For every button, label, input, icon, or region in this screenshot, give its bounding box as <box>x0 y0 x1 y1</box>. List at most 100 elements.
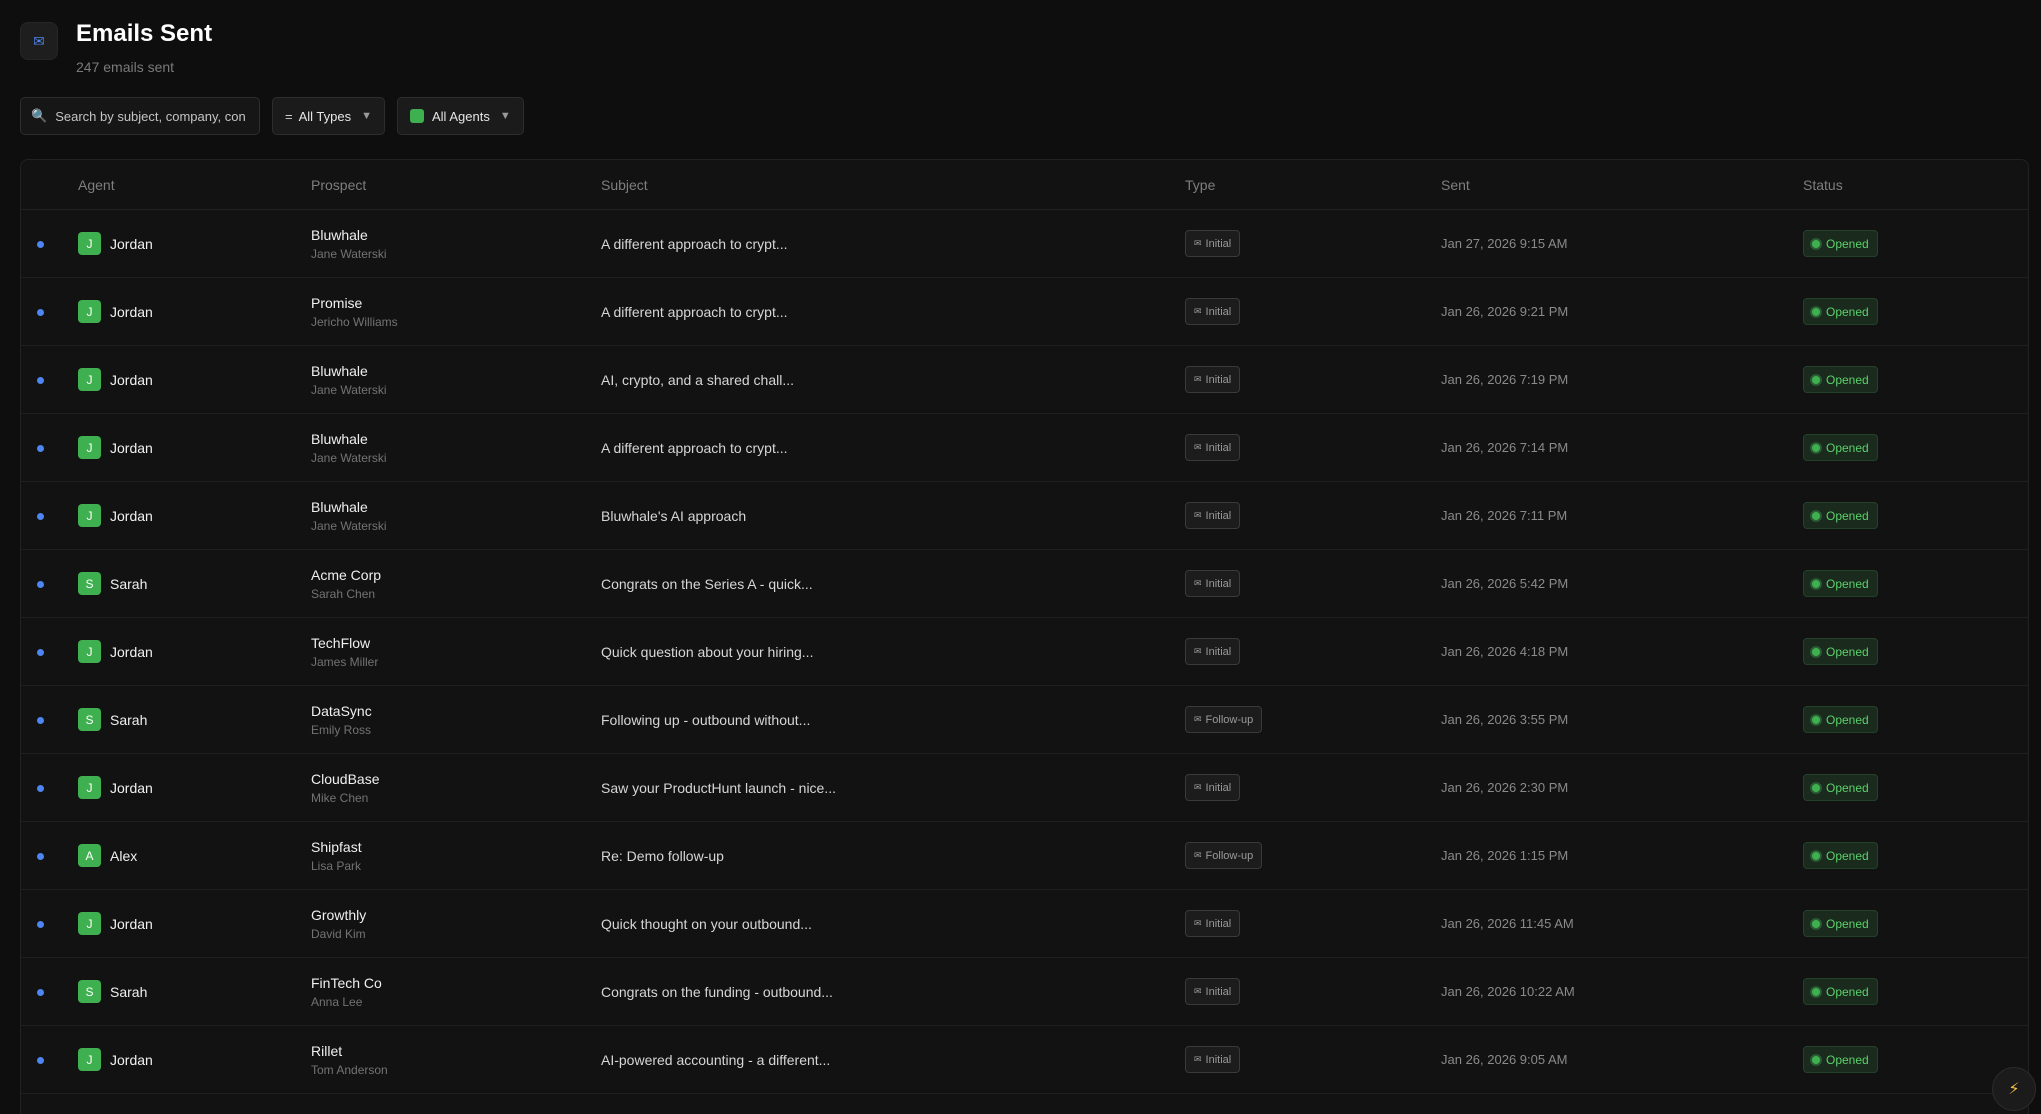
sent-timestamp: Jan 26, 2026 2:30 PM <box>1441 780 1569 795</box>
prospect-company: Growthly <box>311 906 367 923</box>
prospect-contact: Anna Lee <box>311 994 363 1009</box>
table-row[interactable]: J Jordan Bluwhale Jane Waterski AI, cryp… <box>21 346 2028 414</box>
prospect-company: Acme Corp <box>311 566 382 583</box>
table-row[interactable]: S Sarah Acme Corp Sarah Chen Congrats on… <box>21 550 2028 618</box>
unread-indicator <box>21 643 78 661</box>
table-row[interactable]: S Sarah FinTech Co Anna Lee Congrats on … <box>21 958 2028 1026</box>
type-filter-dropdown[interactable]: = All Types ▼ <box>272 97 385 135</box>
agent-avatar: J <box>78 300 101 323</box>
status-cell: Opened <box>1803 366 2003 393</box>
email-subject: AI-powered accounting - a different... <box>601 1051 831 1068</box>
agent-cell: J Jordan <box>78 912 311 935</box>
status-label: Opened <box>1826 1052 1869 1067</box>
table-row[interactable]: J Jordan Bluwhale Jane Waterski A differ… <box>21 414 2028 482</box>
prospect-contact: James Miller <box>311 654 379 669</box>
agent-filter-dropdown[interactable]: All Agents ▼ <box>397 97 524 135</box>
table-row[interactable]: J Jordan Bluwhale Jane Waterski A differ… <box>21 210 2028 278</box>
status-badge: Opened <box>1803 570 1878 597</box>
email-subject: AI, crypto, and a shared chall... <box>601 371 794 388</box>
type-badge: ✉ Initial <box>1185 570 1241 597</box>
email-subject: A different approach to crypt... <box>601 303 788 320</box>
status-dot-icon <box>1812 579 1820 588</box>
status-label: Opened <box>1826 236 1869 251</box>
prospect-cell: Acme Corp Sarah Chen <box>311 567 601 601</box>
prospect-cell: DataSync Emily Ross <box>311 703 601 737</box>
agent-avatar: J <box>78 1048 101 1071</box>
column-header-type[interactable]: Type <box>1185 177 1441 193</box>
envelope-icon: ✉ <box>1194 1054 1202 1064</box>
status-badge: Opened <box>1803 434 1878 461</box>
email-subject: Congrats on the funding - outbound... <box>601 983 833 1000</box>
prospect-contact: Tom Anderson <box>311 1062 388 1077</box>
agent-name: Sarah <box>110 575 148 592</box>
prospect-cell: Bluwhale Jane Waterski <box>311 499 601 533</box>
type-label: Initial <box>1205 373 1232 386</box>
prospect-contact: Lisa Park <box>311 858 362 873</box>
table-row[interactable]: J Jordan Growthly David Kim Quick though… <box>21 890 2028 958</box>
agent-avatar: S <box>78 572 101 595</box>
envelope-icon: ✉ <box>1194 238 1202 248</box>
type-badge: ✉ Initial <box>1185 230 1241 257</box>
prospect-cell: Bluwhale Jane Waterski <box>311 431 601 465</box>
lightning-icon[interactable]: ⚡ <box>1992 1067 2036 1111</box>
unread-indicator <box>21 915 78 933</box>
agent-name: Jordan <box>110 915 153 932</box>
table-row[interactable]: J Jordan Rillet Tom Anderson AI-powered … <box>21 1026 2028 1094</box>
unread-dot-icon <box>37 240 44 248</box>
email-subject: A different approach to crypt... <box>601 439 788 456</box>
agent-filter-label: All Agents <box>432 108 490 124</box>
agent-avatar: J <box>78 232 101 255</box>
page-header: ✉ Emails Sent 247 emails sent <box>20 22 212 75</box>
table-row[interactable]: J Jordan Promise Jericho Williams A diff… <box>21 278 2028 346</box>
prospect-cell: Shipfast Lisa Park <box>311 839 601 873</box>
table-row[interactable]: A Alex Shipfast Lisa Park Re: Demo follo… <box>21 822 2028 890</box>
emails-sent-page: ✉ Emails Sent 247 emails sent 🔍 = All Ty… <box>0 0 2041 1114</box>
agent-name: Jordan <box>110 779 153 796</box>
agent-name: Jordan <box>110 1051 153 1068</box>
search-input[interactable] <box>55 108 246 124</box>
column-header-status[interactable]: Status <box>1803 177 2003 193</box>
column-header-sent[interactable]: Sent <box>1441 177 1803 193</box>
table-row[interactable]: J Jordan Bluwhale Jane Waterski Bluwhale… <box>21 482 2028 550</box>
envelope-icon: ✉ <box>1194 442 1202 452</box>
status-cell: Opened <box>1803 1046 2003 1073</box>
email-subject: Quick thought on your outbound... <box>601 915 812 932</box>
prospect-cell: Rillet Tom Anderson <box>311 1043 601 1077</box>
envelope-icon: ✉ <box>1194 714 1202 724</box>
type-cell: ✉ Initial <box>1185 298 1441 325</box>
type-label: Initial <box>1205 509 1232 522</box>
status-dot-icon <box>1812 987 1820 996</box>
email-subject: Congrats on the Series A - quick... <box>601 575 813 592</box>
status-dot-icon <box>1812 1055 1820 1064</box>
unread-dot-icon <box>37 376 44 384</box>
table-row[interactable]: S Sarah DataSync Emily Ross Following up… <box>21 686 2028 754</box>
table-row[interactable]: J Jordan TechFlow James Miller Quick que… <box>21 618 2028 686</box>
email-subject: Bluwhale's AI approach <box>601 507 747 524</box>
agent-cell: J Jordan <box>78 300 311 323</box>
table-row[interactable]: J Jordan CloudBase Mike Chen Saw your Pr… <box>21 754 2028 822</box>
agent-avatar: J <box>78 912 101 935</box>
sent-timestamp: Jan 26, 2026 11:45 AM <box>1441 916 1574 931</box>
status-cell: Opened <box>1803 230 2003 257</box>
sent-timestamp: Jan 26, 2026 9:05 AM <box>1441 1052 1568 1067</box>
type-badge: ✉ Initial <box>1185 366 1241 393</box>
column-header-agent[interactable]: Agent <box>78 177 311 193</box>
type-label: Initial <box>1205 441 1232 454</box>
type-cell: ✉ Initial <box>1185 910 1441 937</box>
search-box[interactable]: 🔍 <box>20 97 260 135</box>
column-header-prospect[interactable]: Prospect <box>311 177 601 193</box>
filter-bar: 🔍 = All Types ▼ All Agents ▼ <box>20 97 524 135</box>
unread-indicator <box>21 847 78 865</box>
status-cell: Opened <box>1803 774 2003 801</box>
status-label: Opened <box>1826 644 1869 659</box>
status-label: Opened <box>1826 780 1869 795</box>
prospect-company: CloudBase <box>311 770 380 787</box>
unread-dot-icon <box>37 444 44 452</box>
status-badge: Opened <box>1803 910 1878 937</box>
agent-name: Jordan <box>110 439 153 456</box>
emails-table: Agent Prospect Subject Type Sent Status … <box>20 159 2029 1114</box>
status-dot-icon <box>1812 511 1820 520</box>
sent-timestamp: Jan 26, 2026 1:15 PM <box>1441 848 1569 863</box>
column-header-subject[interactable]: Subject <box>601 177 1185 193</box>
prospect-cell: Growthly David Kim <box>311 907 601 941</box>
